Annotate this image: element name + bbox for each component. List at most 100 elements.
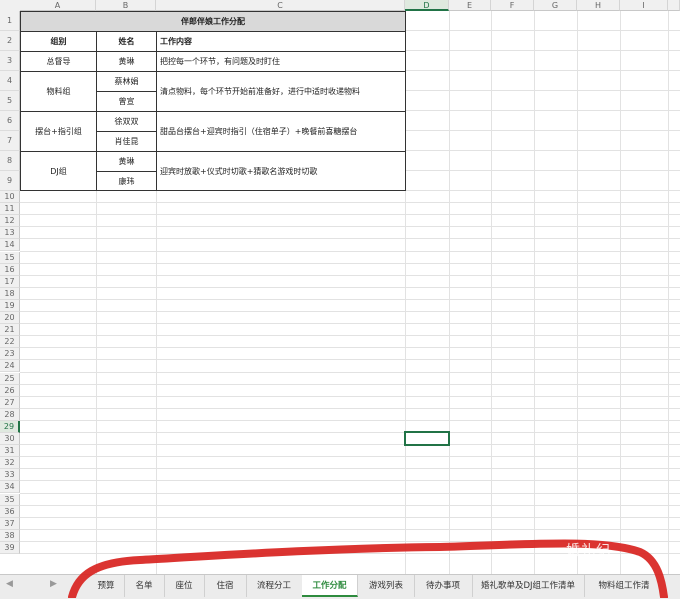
column-header-d[interactable]: D bbox=[405, 0, 449, 11]
column-header-g[interactable]: G bbox=[534, 0, 577, 11]
sheet-tab[interactable]: 住宿 bbox=[204, 575, 247, 597]
row-header[interactable]: 12 bbox=[0, 215, 20, 228]
row-header[interactable]: 13 bbox=[0, 227, 20, 240]
name-cell[interactable]: 曾宣 bbox=[96, 91, 157, 112]
content-cell[interactable]: 甜品台摆台+迎宾时指引（住宿单子）+晚餐前喜糖摆台 bbox=[156, 111, 406, 152]
row-header[interactable]: 18 bbox=[0, 287, 20, 300]
name-cell[interactable]: 黄琳 bbox=[96, 51, 157, 72]
next-sheet-button[interactable]: ▶ bbox=[50, 579, 57, 589]
row-header[interactable]: 19 bbox=[0, 299, 20, 312]
content-cell[interactable]: 迎宾时放歌+仪式时切歌+猜歌名游戏时切歌 bbox=[156, 151, 406, 191]
name-cell[interactable]: 康玮 bbox=[96, 171, 157, 191]
name-cell[interactable]: 徐双双 bbox=[96, 111, 157, 132]
column-gridline bbox=[491, 11, 492, 574]
sheet-tab-active[interactable]: 工作分配 bbox=[302, 575, 358, 597]
row-header[interactable]: 20 bbox=[0, 312, 20, 325]
row-header[interactable]: 2 bbox=[0, 31, 20, 51]
column-header-c[interactable]: C bbox=[156, 0, 405, 11]
row-header[interactable]: 14 bbox=[0, 239, 20, 252]
content-cell[interactable]: 把控每一个环节，有问题及时盯住 bbox=[156, 51, 406, 72]
content-cell[interactable]: 清点物料，每个环节开始前准备好，进行中适时收递物料 bbox=[156, 71, 406, 112]
row-header[interactable]: 17 bbox=[0, 275, 20, 288]
column-header-a[interactable]: A bbox=[20, 0, 96, 11]
row-header[interactable]: 3 bbox=[0, 51, 20, 71]
row-header[interactable]: 9 bbox=[0, 171, 20, 191]
column-gridline bbox=[534, 11, 535, 574]
sheet-tab[interactable]: 座位 bbox=[164, 575, 205, 597]
row-header[interactable]: 26 bbox=[0, 384, 20, 397]
row-gridline bbox=[20, 214, 680, 216]
row-header[interactable]: 23 bbox=[0, 348, 20, 361]
sheet-tab-bar: ◀ ▶ 预算 名单 座位 住宿 流程分工 工作分配 游戏列表 待办事项 婚礼歌单… bbox=[0, 574, 680, 599]
row-header[interactable]: 36 bbox=[0, 505, 20, 518]
row-gridline bbox=[20, 468, 680, 470]
column-header-b[interactable]: B bbox=[96, 0, 156, 11]
header-name[interactable]: 姓名 bbox=[96, 31, 157, 52]
watermark: 婚礼纪 bbox=[566, 543, 611, 559]
sheet-tab[interactable]: 物料组工作清 bbox=[584, 575, 664, 597]
active-cell-d29[interactable] bbox=[404, 431, 450, 446]
row-gridline bbox=[20, 262, 680, 264]
row-header[interactable]: 29 bbox=[0, 420, 20, 433]
row-header[interactable]: 21 bbox=[0, 324, 20, 337]
row-gridline bbox=[20, 516, 680, 518]
row-header[interactable]: 31 bbox=[0, 445, 20, 458]
group-cell[interactable]: 物料组 bbox=[20, 71, 97, 112]
row-header[interactable]: 7 bbox=[0, 131, 20, 151]
row-header[interactable]: 24 bbox=[0, 360, 20, 373]
column-header-e[interactable]: E bbox=[449, 0, 491, 11]
row-gridline bbox=[20, 504, 680, 506]
column-header-overflow[interactable] bbox=[668, 0, 680, 11]
row-header[interactable]: 22 bbox=[0, 336, 20, 349]
sheet-tab[interactable]: 待办事项 bbox=[414, 575, 473, 597]
sheet-tab[interactable]: 游戏列表 bbox=[358, 575, 415, 597]
row-header[interactable]: 8 bbox=[0, 151, 20, 171]
row-header[interactable]: 34 bbox=[0, 481, 20, 494]
row-header[interactable]: 25 bbox=[0, 372, 20, 385]
row-header[interactable]: 5 bbox=[0, 91, 20, 111]
group-cell[interactable]: DJ组 bbox=[20, 151, 97, 191]
prev-sheet-button[interactable]: ◀ bbox=[6, 579, 13, 589]
column-gridline bbox=[668, 11, 669, 574]
row-header[interactable]: 27 bbox=[0, 396, 20, 409]
row-header[interactable]: 37 bbox=[0, 517, 20, 530]
name-cell[interactable]: 蔡林娟 bbox=[96, 71, 157, 92]
row-header[interactable]: 11 bbox=[0, 203, 20, 216]
row-gridline bbox=[20, 202, 680, 204]
row-gridline bbox=[20, 395, 680, 397]
sheet-tab[interactable]: 预算 bbox=[88, 575, 125, 597]
row-header[interactable]: 33 bbox=[0, 469, 20, 482]
name-cell[interactable]: 黄琳 bbox=[96, 151, 157, 172]
row-header[interactable]: 39 bbox=[0, 541, 20, 554]
spreadsheet-grid[interactable]: A B C D E F G H I 1 2 3 4 5 6 7 8 9 10 11 12 13 14 15 1… bbox=[0, 0, 680, 574]
name-cell[interactable]: 肖佳昆 bbox=[96, 131, 157, 152]
sheet-tab[interactable]: 婚礼歌单及DJ组工作清单 bbox=[472, 575, 585, 597]
row-header[interactable]: 6 bbox=[0, 111, 20, 131]
row-header[interactable]: 30 bbox=[0, 433, 20, 446]
row-header[interactable]: 4 bbox=[0, 71, 20, 91]
row-header[interactable]: 10 bbox=[0, 191, 20, 204]
column-header-h[interactable]: H bbox=[577, 0, 620, 11]
sheet-tab[interactable]: 流程分工 bbox=[246, 575, 303, 597]
column-header-f[interactable]: F bbox=[491, 0, 534, 11]
header-content[interactable]: 工作内容 bbox=[156, 31, 406, 52]
row-gridline bbox=[20, 528, 680, 530]
column-header-i[interactable]: I bbox=[620, 0, 668, 11]
row-header[interactable]: 35 bbox=[0, 493, 20, 506]
row-gridline bbox=[20, 480, 680, 482]
row-header[interactable]: 28 bbox=[0, 408, 20, 421]
group-cell[interactable]: 摆台+指引组 bbox=[20, 111, 97, 152]
column-gridline bbox=[577, 11, 578, 574]
row-header[interactable]: 15 bbox=[0, 251, 20, 264]
row-header[interactable]: 16 bbox=[0, 263, 20, 276]
row-gridline bbox=[20, 274, 680, 276]
row-header[interactable]: 38 bbox=[0, 529, 20, 542]
row-header[interactable]: 32 bbox=[0, 457, 20, 470]
header-group[interactable]: 组别 bbox=[20, 31, 97, 52]
table-title[interactable]: 伴郎伴娘工作分配 bbox=[20, 11, 406, 32]
group-cell[interactable]: 总督导 bbox=[20, 51, 97, 72]
row-gridline bbox=[20, 359, 680, 361]
row-header[interactable]: 1 bbox=[0, 11, 20, 31]
row-gridline bbox=[20, 407, 680, 409]
sheet-tab[interactable]: 名单 bbox=[124, 575, 165, 597]
